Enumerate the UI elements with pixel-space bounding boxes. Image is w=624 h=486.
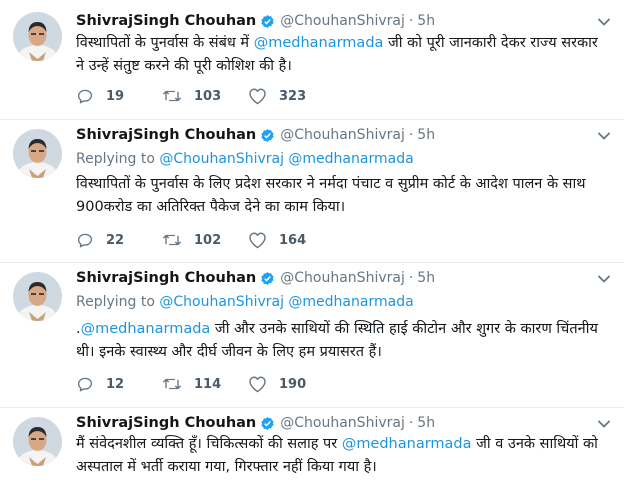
like-count: 323 [279, 88, 307, 104]
separator-dot: · [408, 127, 414, 143]
author-name[interactable]: ShivrajSingh Chouhan [76, 415, 256, 431]
heart-icon [249, 88, 266, 105]
reply-button[interactable]: 19 [76, 87, 162, 105]
tweet-feed: ShivrajSingh Chouhan @ChouhanShivraj · 5… [0, 0, 624, 486]
tweet[interactable]: ShivrajSingh Chouhan @ChouhanShivraj · 5… [0, 263, 624, 408]
mention-link[interactable]: @medhanarmada [81, 321, 211, 337]
like-button[interactable]: 164 [248, 231, 306, 249]
replying-to: Replying to @ChouhanShivraj @medhanarmad… [76, 294, 414, 310]
mention-link[interactable]: @medhanarmada [288, 151, 413, 167]
tweet[interactable]: ShivrajSingh Chouhan @ChouhanShivraj · 5… [0, 0, 624, 120]
author-handle[interactable]: @ChouhanShivraj [280, 415, 405, 431]
reply-count: 19 [106, 88, 125, 104]
heart-icon [249, 376, 266, 393]
chevron-down-icon[interactable] [596, 416, 612, 432]
verified-badge-icon [260, 271, 275, 286]
author-name[interactable]: ShivrajSingh Chouhan [76, 127, 256, 143]
like-count: 164 [279, 232, 307, 248]
tweet-header: ShivrajSingh Chouhan @ChouhanShivraj · 5… [76, 412, 435, 434]
tweet-header: ShivrajSingh Chouhan @ChouhanShivraj · 5… [76, 10, 435, 32]
retweet-button[interactable]: 102 [162, 231, 248, 249]
reply-button[interactable]: 22 [76, 231, 162, 249]
tweet-actions: 22 102 164 [76, 230, 306, 250]
tweet-header: ShivrajSingh Chouhan @ChouhanShivraj · 5… [76, 124, 435, 146]
tweet[interactable]: ShivrajSingh Chouhan @ChouhanShivraj · 5… [0, 408, 624, 486]
retweet-button[interactable]: 103 [162, 87, 248, 105]
timestamp[interactable]: 5h [417, 415, 435, 431]
replying-to-label: Replying to [76, 151, 155, 167]
retweet-button[interactable]: 114 [162, 375, 248, 393]
tweet-text-part: मैं संवेदनशील व्यक्ति हूँ। चिकित्सकों की… [76, 436, 342, 452]
reply-icon [77, 89, 93, 104]
tweet-actions: 19 103 323 [76, 86, 306, 106]
retweet-count: 103 [194, 88, 222, 104]
avatar[interactable] [13, 417, 62, 466]
mention-link[interactable]: @medhanarmada [254, 35, 384, 51]
reply-button[interactable]: 12 [76, 375, 162, 393]
mention-link[interactable]: @medhanarmada [342, 436, 472, 452]
verified-badge-icon [260, 14, 275, 29]
tweet-header: ShivrajSingh Chouhan @ChouhanShivraj · 5… [76, 267, 435, 289]
chevron-down-icon[interactable] [596, 128, 612, 144]
chevron-down-icon[interactable] [596, 271, 612, 287]
heart-icon [249, 232, 266, 249]
like-count: 190 [279, 376, 307, 392]
tweet-text: मैं संवेदनशील व्यक्ति हूँ। चिकित्सकों की… [76, 433, 604, 479]
verified-badge-icon [260, 128, 275, 143]
reply-count: 22 [106, 232, 125, 248]
mention-link[interactable]: @ChouhanShivraj [159, 151, 284, 167]
verified-badge-icon [260, 416, 275, 431]
retweet-icon [163, 234, 181, 246]
replying-to-label: Replying to [76, 294, 155, 310]
separator-dot: · [408, 270, 414, 286]
tweet[interactable]: ShivrajSingh Chouhan @ChouhanShivraj · 5… [0, 120, 624, 263]
avatar[interactable] [13, 272, 62, 321]
mention-link[interactable]: @ChouhanShivraj [159, 294, 284, 310]
avatar[interactable] [13, 12, 62, 61]
tweet-text: विस्थापितों के पुनर्वास के संबंध में @me… [76, 32, 604, 78]
like-button[interactable]: 190 [248, 375, 306, 393]
retweet-icon [163, 90, 181, 102]
tweet-text-part: विस्थापितों के पुनर्वास के लिए प्रदेश सर… [76, 176, 586, 215]
timestamp[interactable]: 5h [417, 13, 435, 29]
timestamp[interactable]: 5h [417, 270, 435, 286]
tweet-text: .@medhanarmada जी और उनके साथियों की स्थ… [76, 318, 604, 364]
retweet-icon [163, 378, 181, 390]
tweet-text-part: विस्थापितों के पुनर्वास के संबंध में [76, 35, 254, 51]
separator-dot: · [408, 415, 414, 431]
author-handle[interactable]: @ChouhanShivraj [280, 13, 405, 29]
reply-icon [77, 233, 93, 248]
mention-link[interactable]: @medhanarmada [288, 294, 413, 310]
retweet-count: 102 [194, 232, 222, 248]
like-button[interactable]: 323 [248, 87, 306, 105]
replying-to: Replying to @ChouhanShivraj @medhanarmad… [76, 151, 414, 167]
retweet-count: 114 [194, 376, 222, 392]
separator-dot: · [408, 13, 414, 29]
avatar[interactable] [13, 129, 62, 178]
reply-icon [77, 377, 93, 392]
timestamp[interactable]: 5h [417, 127, 435, 143]
chevron-down-icon[interactable] [596, 14, 612, 30]
tweet-text: विस्थापितों के पुनर्वास के लिए प्रदेश सर… [76, 173, 604, 219]
tweet-actions: 12 114 190 [76, 374, 306, 394]
author-handle[interactable]: @ChouhanShivraj [280, 127, 405, 143]
author-name[interactable]: ShivrajSingh Chouhan [76, 270, 256, 286]
reply-count: 12 [106, 376, 125, 392]
author-handle[interactable]: @ChouhanShivraj [280, 270, 405, 286]
author-name[interactable]: ShivrajSingh Chouhan [76, 13, 256, 29]
